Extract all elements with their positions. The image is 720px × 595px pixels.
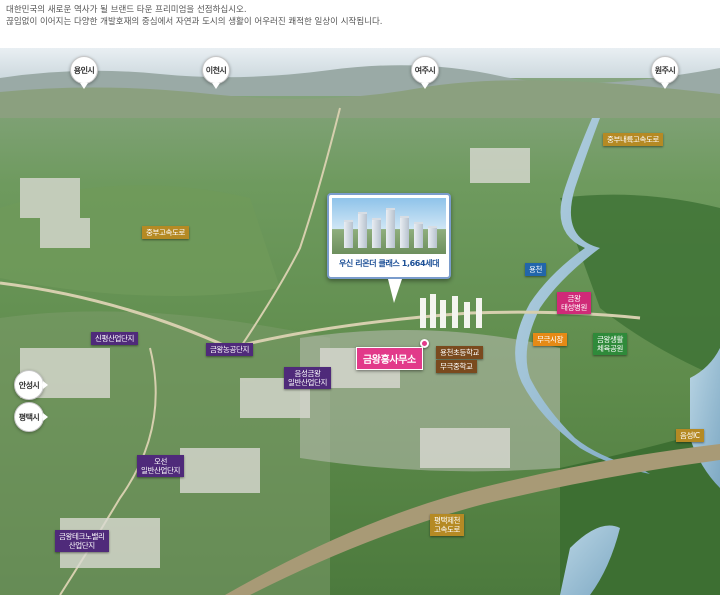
label-mugeuk-middle: 무극중학교 <box>436 360 477 373</box>
label-sinpyeong-industrial: 신평산업단지 <box>91 332 138 345</box>
label-yongcheon-elementary: 용천초등학교 <box>436 346 483 359</box>
city-pin-yongin: 용인시 <box>70 56 98 89</box>
aerial-map <box>0 48 720 595</box>
label-eumseong-geumwang-industrial: 음성금왕 일반산업단지 <box>284 367 331 389</box>
label-yongcheon: 용천 <box>525 263 546 276</box>
complex-rendering <box>332 198 446 254</box>
complex-caption: 우신 리온더 클래스 1,664세대 <box>338 259 440 268</box>
label-geumwang-sports-park: 금왕생활 체육공원 <box>593 333 627 355</box>
city-pin-wonju: 원주시 <box>651 56 679 89</box>
city-pin-pyeongtaek: 평택시 <box>14 402 48 432</box>
sales-office-label: 금왕홍사무소 <box>356 347 423 370</box>
city-pin-yeoju: 여주시 <box>411 56 439 89</box>
label-pyeongtaek-jecheon-expressway: 평택제천 고속도로 <box>430 514 464 536</box>
map-terrain <box>0 48 720 595</box>
intro-text: 대한민국의 새로운 역사가 될 브랜드 타운 프리미엄을 선점하십시오. 끊임없… <box>6 4 714 28</box>
complex-callout: 우신 리온더 클래스 1,664세대 <box>327 193 451 279</box>
intro-line-2: 끊임없이 이어지는 다양한 개발호재의 중심에서 자연과 도시의 생활이 어우러… <box>6 17 383 27</box>
label-geumwang-agri-industrial: 금왕농공단지 <box>206 343 253 356</box>
label-eumseong-ic: 음성IC <box>676 429 704 442</box>
label-jungbu-naeryuk-expressway: 중부내륙고속도로 <box>603 133 663 146</box>
callout-pointer <box>388 279 402 303</box>
city-pin-anseong: 안성시 <box>14 370 48 400</box>
label-mugeuk-market: 무극시장 <box>533 333 567 346</box>
label-oseon-industrial: 오선 일반산업단지 <box>137 455 184 477</box>
intro-line-1: 대한민국의 새로운 역사가 될 브랜드 타운 프리미엄을 선점하십시오. <box>6 5 247 15</box>
city-pin-icheon: 이천시 <box>202 56 230 89</box>
label-geumwang-hospital: 금왕 태성병원 <box>557 292 591 314</box>
label-jungbu-expressway: 중부고속도로 <box>142 226 189 239</box>
label-geumwang-techno-valley: 금왕테크노밸리 산업단지 <box>55 530 109 552</box>
